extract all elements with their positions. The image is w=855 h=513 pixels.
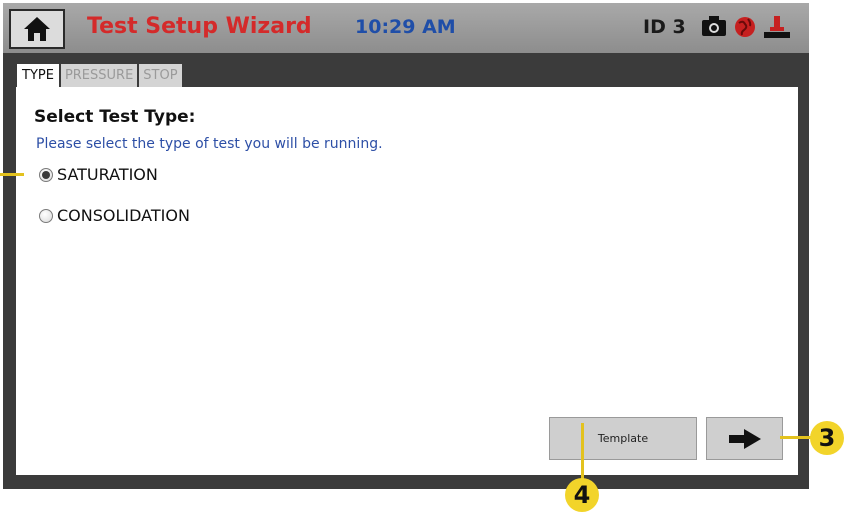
app-window: Test Setup Wizard 10:29 AM ID 3 TYPE PRE… [3, 3, 809, 489]
callout-3: 3 [810, 421, 844, 455]
tab-bar: TYPE PRESSURE STOP [17, 64, 184, 88]
section-heading: Select Test Type: [34, 107, 196, 127]
camera-icon[interactable] [701, 15, 727, 37]
arrow-right-icon [728, 428, 761, 449]
home-icon [24, 17, 50, 41]
next-button[interactable] [706, 417, 783, 460]
radio-saturation[interactable] [39, 167, 53, 182]
callout-4: 4 [565, 478, 599, 512]
window-title: Test Setup Wizard [87, 14, 312, 39]
valve-icon[interactable] [763, 15, 791, 41]
tab-pressure[interactable]: PRESSURE [60, 64, 138, 88]
radio-consolidation[interactable] [39, 208, 53, 223]
option-label: SATURATION [57, 165, 158, 184]
callout-leader-3 [780, 436, 814, 439]
tab-type[interactable]: TYPE [17, 64, 59, 88]
content-panel: Select Test Type: Please select the type… [16, 87, 798, 475]
option-consolidation[interactable]: CONSOLIDATION [39, 206, 190, 225]
option-saturation[interactable]: SATURATION [39, 165, 158, 184]
globe-icon[interactable] [733, 15, 757, 39]
callout-leader-4 [581, 423, 584, 480]
template-button[interactable]: Template [549, 417, 697, 460]
callout-leader-left [0, 173, 24, 176]
instruction-text: Please select the type of test you will … [36, 136, 383, 152]
device-id: ID 3 [643, 16, 686, 38]
home-button[interactable] [9, 9, 65, 49]
option-label: CONSOLIDATION [57, 206, 190, 225]
clock: 10:29 AM [355, 16, 456, 38]
title-bar: Test Setup Wizard 10:29 AM ID 3 [3, 3, 809, 53]
tab-stop[interactable]: STOP [139, 64, 182, 88]
